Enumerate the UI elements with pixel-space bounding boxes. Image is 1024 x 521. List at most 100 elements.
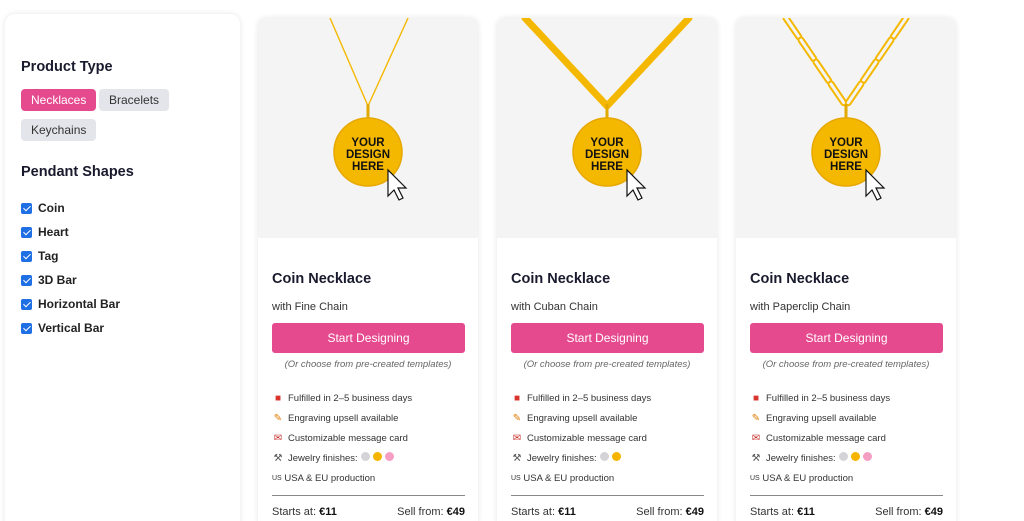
finish-swatch xyxy=(372,452,382,461)
pendant-shapes-list: Coin Heart Tag 3D Bar Horizontal Bar Ver… xyxy=(21,196,120,340)
pencil-icon: ✎ xyxy=(751,412,761,424)
cursor-icon xyxy=(626,168,647,201)
feature-card: ✉ Customizable message card xyxy=(512,432,647,444)
feature-list: ■ Fulfilled in 2–5 business days ✎ Engravi… xyxy=(511,388,651,488)
chip-necklaces[interactable]: Necklaces xyxy=(21,89,97,111)
necklace-image: YOUR DESIGN HERE xyxy=(521,18,693,201)
finish-swatches xyxy=(358,452,394,464)
starts-at-price: Starts at: €11 xyxy=(750,506,815,518)
chain-graphic xyxy=(329,18,409,107)
pendant-text-line: YOUR xyxy=(590,137,624,149)
shape-option-coin[interactable]: Coin xyxy=(21,196,120,220)
finish-swatch xyxy=(862,452,872,461)
truck-icon: ■ xyxy=(274,392,282,404)
product-subtitle: with Fine Chain xyxy=(272,301,348,313)
shape-option-tag[interactable]: Tag xyxy=(21,244,120,268)
filter-sidebar: Product Type Necklaces Bracelets Keychai… xyxy=(5,14,240,521)
sell-from-price: Sell from: €49 xyxy=(397,506,465,518)
feature-engraving: ✎ Engraving upsell available xyxy=(273,412,399,424)
chain-segment xyxy=(891,18,908,39)
pendant-text-line: DESIGN xyxy=(346,149,390,161)
checkbox-checked-icon[interactable] xyxy=(21,226,32,238)
chain-segment xyxy=(329,18,369,107)
divider xyxy=(511,495,704,496)
product-image[interactable]: YOUR DESIGN HERE xyxy=(497,18,717,238)
checkbox-checked-icon[interactable] xyxy=(21,274,32,286)
finish-swatch xyxy=(838,452,848,461)
finish-swatch xyxy=(384,452,394,461)
divider xyxy=(750,495,943,496)
shape-label: Coin xyxy=(38,201,65,215)
chain-segment xyxy=(861,60,878,83)
feature-fulfilled: ■ Fulfilled in 2–5 business days xyxy=(750,388,890,408)
chip-bracelets[interactable]: Bracelets xyxy=(99,89,170,111)
chip-keychains[interactable]: Keychains xyxy=(21,119,97,141)
product-type-title: Product Type xyxy=(21,59,113,75)
chain-graphic xyxy=(782,18,910,107)
product-subtitle: with Paperclip Chain xyxy=(750,301,851,313)
starts-at-price: Starts at: €11 xyxy=(511,506,576,518)
feature-list: ■ Fulfilled in 2–5 business days ✎ Engravi… xyxy=(272,388,412,488)
checkbox-checked-icon[interactable] xyxy=(21,298,32,310)
product-title: Coin Necklace xyxy=(750,271,850,287)
feature-engraving: ✎ Engraving upsell available xyxy=(751,412,877,424)
cursor-icon xyxy=(387,168,408,201)
product-image[interactable]: YOUR DESIGN HERE xyxy=(258,18,478,238)
start-designing-button[interactable]: Start Designing xyxy=(272,323,465,353)
feature-fulfilled: ■ Fulfilled in 2–5 business days xyxy=(511,388,651,408)
feature-engraving: ✎ Engraving upsell available xyxy=(512,412,638,424)
finish-swatch xyxy=(850,452,860,461)
feature-fulfilled: ■ Fulfilled in 2–5 business days xyxy=(272,388,412,408)
chain-segment xyxy=(846,82,863,105)
finish-swatch xyxy=(599,452,609,461)
cursor-icon xyxy=(865,168,886,201)
checkbox-checked-icon[interactable] xyxy=(21,202,32,214)
shape-label: Tag xyxy=(38,249,59,263)
necklace-image: YOUR DESIGN HERE xyxy=(782,18,910,201)
templates-note: (Or choose from pre-created templates) xyxy=(284,359,452,370)
sell-from-price: Sell from: €49 xyxy=(636,506,704,518)
pendant-text-line: HERE xyxy=(591,161,623,173)
chain-segment xyxy=(829,82,846,105)
product-card: YOUR DESIGN HERE Coin Necklace with Cuba… xyxy=(497,18,717,521)
templates-note: (Or choose from pre-created templates) xyxy=(523,359,691,370)
envelope-icon: ✉ xyxy=(273,432,283,444)
product-subtitle: with Cuban Chain xyxy=(511,301,598,313)
pencil-icon: ✎ xyxy=(273,412,283,424)
finish-swatches xyxy=(597,452,621,464)
envelope-icon: ✉ xyxy=(751,432,761,444)
sell-from-price: Sell from: €49 xyxy=(875,506,943,518)
pendant-text-line: DESIGN xyxy=(824,149,868,161)
feature-production: US USA & EU production xyxy=(511,472,615,484)
feature-production: US USA & EU production xyxy=(750,472,854,484)
shape-option-horizontal-bar[interactable]: Horizontal Bar xyxy=(21,292,120,316)
checkbox-checked-icon[interactable] xyxy=(21,250,32,262)
shape-label: 3D Bar xyxy=(38,273,77,287)
pendant-text-line: HERE xyxy=(352,161,384,173)
feature-finishes: ⚒ Jewelry finishes: xyxy=(511,448,651,468)
product-card: YOUR DESIGN HERE Coin Necklace with Fine… xyxy=(258,18,478,521)
product-title: Coin Necklace xyxy=(511,271,611,287)
chain-segment xyxy=(784,18,801,39)
pendant-text-line: HERE xyxy=(830,161,862,173)
feature-finishes: ⚒ Jewelry finishes: xyxy=(750,448,890,468)
shape-option-vertical-bar[interactable]: Vertical Bar xyxy=(21,316,120,340)
product-card: YOUR DESIGN HERE Coin Necklace with Pape… xyxy=(736,18,956,521)
tools-icon: ⚒ xyxy=(751,452,761,464)
pendant-shapes-title: Pendant Shapes xyxy=(21,164,134,180)
tools-icon: ⚒ xyxy=(512,452,522,464)
start-designing-button[interactable]: Start Designing xyxy=(750,323,943,353)
starts-at-price: Starts at: €11 xyxy=(272,506,337,518)
product-image[interactable]: YOUR DESIGN HERE xyxy=(736,18,956,238)
start-designing-button[interactable]: Start Designing xyxy=(511,323,704,353)
shape-option-heart[interactable]: Heart xyxy=(21,220,120,244)
shape-option-3d-bar[interactable]: 3D Bar xyxy=(21,268,120,292)
us-flag-icon: US xyxy=(511,474,521,482)
checkbox-checked-icon[interactable] xyxy=(21,322,32,334)
shape-label: Vertical Bar xyxy=(38,321,105,335)
tools-icon: ⚒ xyxy=(273,452,283,464)
chain-segment xyxy=(876,38,893,61)
finish-swatch xyxy=(611,452,621,461)
truck-icon: ■ xyxy=(513,392,521,404)
feature-finishes: ⚒ Jewelry finishes: xyxy=(272,448,412,468)
